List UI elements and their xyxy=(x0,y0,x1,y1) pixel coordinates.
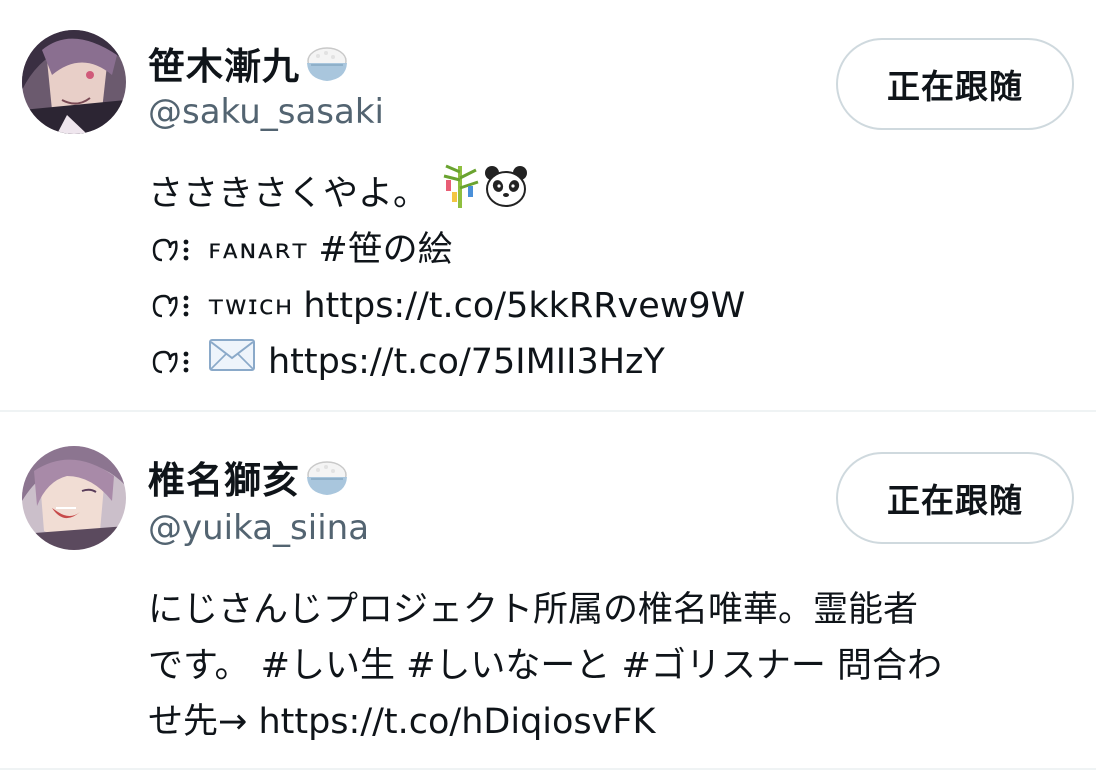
bio-line: ささきさくやよ。 xyxy=(148,174,429,214)
bio-line: です。 #しい生 #しいなーと #ゴリスナー 問合わ xyxy=(148,646,942,686)
hashtag-link[interactable]: #笹の絵 xyxy=(318,222,452,278)
user-card-yuika-siina[interactable]: 椎名獅亥 @yuika_siina 正在跟随 にじさんじプロジェクト所属の椎名唯… xyxy=(0,412,1096,768)
bullet-icon xyxy=(148,230,202,270)
panda-icon xyxy=(482,162,530,227)
user-handle[interactable]: @yuika_siina xyxy=(148,508,369,548)
tanabata-tree-icon xyxy=(438,162,482,227)
user-card-saku-sasaki[interactable]: 笹木漸九 @saku_sasaki 正在跟随 ささきさくやよ。 ꜰᴀɴᴀʀᴛ #… xyxy=(0,0,1096,410)
bio-line: にじさんじプロジェクト所属の椎名唯華。霊能者 xyxy=(148,590,919,630)
display-name[interactable]: 椎名獅亥 xyxy=(148,450,300,504)
rice-bowl-icon xyxy=(302,41,352,85)
bullet-icon xyxy=(148,342,202,382)
following-button[interactable]: 正在跟随 xyxy=(836,38,1074,130)
bio-tag: ꜰᴀɴᴀʀᴛ xyxy=(208,234,309,265)
avatar[interactable] xyxy=(22,30,126,134)
contact-link[interactable]: https://t.co/75IMII3HzY xyxy=(268,334,665,390)
user-bio: にじさんじプロジェクト所属の椎名唯華。霊能者 です。 #しい生 #しいなーと #… xyxy=(148,582,1078,750)
rice-bowl-icon xyxy=(302,455,352,499)
twitch-link[interactable]: https://t.co/5kkRRvew9W xyxy=(303,278,745,334)
display-name[interactable]: 笹木漸九 xyxy=(148,36,300,90)
divider xyxy=(0,768,1096,770)
following-button[interactable]: 正在跟随 xyxy=(836,452,1074,544)
bullet-icon xyxy=(148,286,202,326)
user-handle[interactable]: @saku_sasaki xyxy=(148,92,384,132)
bio-tag: ᴛᴡɪᴄʜ xyxy=(208,290,294,321)
bio-line: せ先→ https://t.co/hDiqiosvFK xyxy=(148,702,656,742)
avatar[interactable] xyxy=(22,446,126,550)
envelope-icon xyxy=(208,334,256,390)
user-bio: ささきさくやよ。 ꜰᴀɴᴀʀᴛ #笹の絵 ᴛᴡɪᴄʜ https://t.co/… xyxy=(148,164,1078,390)
